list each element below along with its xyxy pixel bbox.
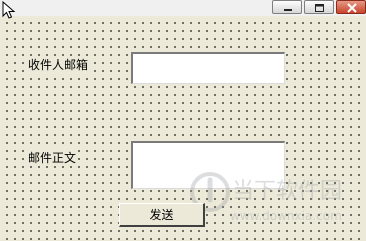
minimize-button[interactable] (272, 0, 302, 14)
email-body-textarea[interactable] (131, 141, 285, 189)
maximize-icon (315, 4, 324, 12)
mouse-cursor-icon (2, 1, 16, 19)
maximize-button[interactable] (304, 0, 334, 14)
title-bar (0, 0, 366, 19)
close-icon (347, 3, 357, 13)
email-body-label: 邮件正文 (26, 150, 79, 166)
recipient-email-input[interactable] (131, 52, 285, 84)
recipient-email-label: 收件人邮箱 (26, 57, 91, 73)
send-button[interactable]: 发送 (119, 203, 205, 227)
minimize-icon (284, 9, 292, 11)
close-button[interactable] (336, 0, 366, 14)
svg-text:www.downxia.com: www.downxia.com (230, 209, 342, 223)
